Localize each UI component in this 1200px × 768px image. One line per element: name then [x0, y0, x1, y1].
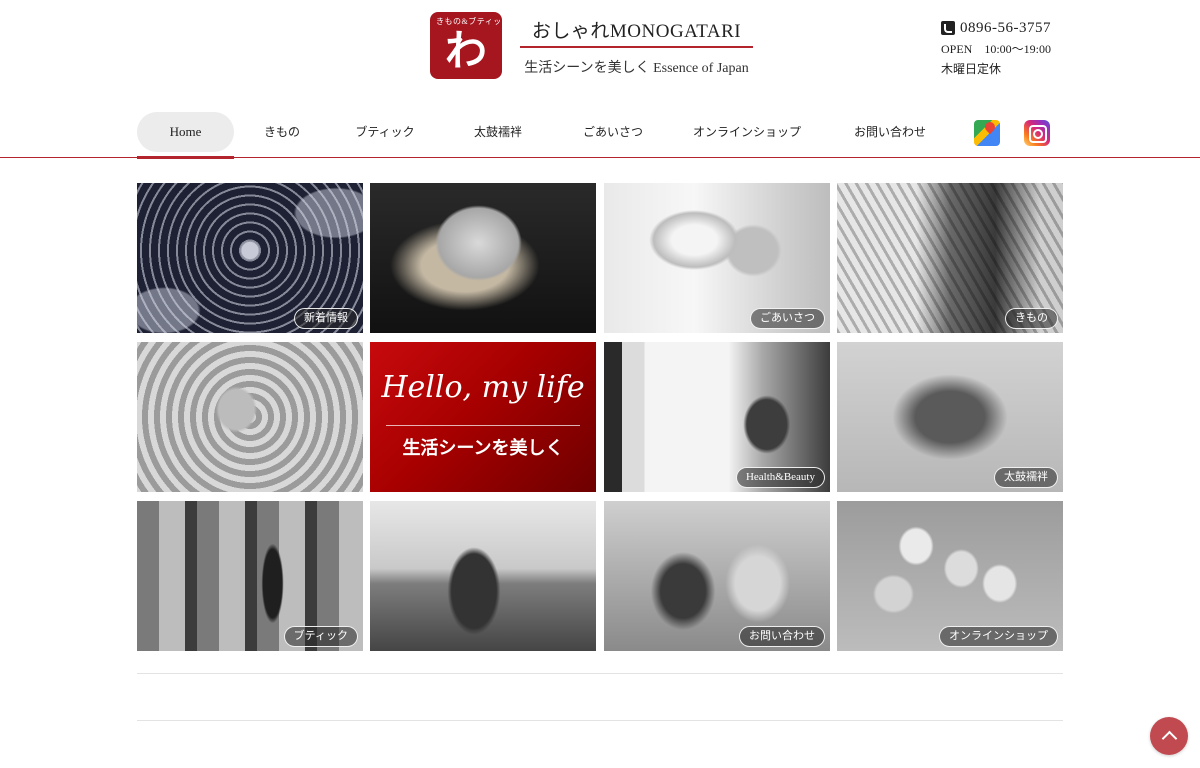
tile-label: きもの: [1005, 308, 1058, 329]
tile-label: オンラインショップ: [939, 626, 1058, 647]
tile-rose-woman[interactable]: [137, 342, 363, 492]
tile-label: お問い合わせ: [739, 626, 825, 647]
section-divider: [137, 673, 1063, 674]
nav-item-home[interactable]: Home: [137, 112, 234, 152]
brand-title: おしゃれMONOGATARI: [531, 21, 742, 42]
tile-label: 太鼓襦袢: [994, 467, 1058, 488]
logo[interactable]: きもの&ブティック わき: [430, 12, 502, 79]
logo-big-text: わき: [444, 26, 487, 79]
tile-label: 新着情報: [294, 308, 358, 329]
brand-divider: [520, 46, 753, 48]
nav-item-online-shop[interactable]: オンラインショップ: [692, 112, 802, 152]
main-nav: Home きもの ブティック 太鼓襦袢 ごあいさつ オンラインショップ お問い合…: [0, 112, 1200, 160]
nav-underline: [0, 157, 1200, 158]
nav-item-taiko-juban[interactable]: 太鼓襦袢: [458, 112, 538, 152]
brand-tagline: 生活シーンを美しく Essence of Japan: [524, 61, 749, 76]
nav-item-boutique[interactable]: ブティック: [344, 112, 426, 152]
nav-item-kimono[interactable]: きもの: [246, 112, 318, 152]
tile-label: ブティック: [283, 626, 358, 647]
map-icon[interactable]: [974, 120, 1000, 146]
tile-label: ごあいさつ: [750, 308, 825, 329]
tile-label: Health&Beauty: [735, 467, 825, 488]
tile-boutique[interactable]: ブティック: [137, 501, 363, 651]
tile-kimono[interactable]: きもの: [837, 183, 1063, 333]
tile-smiling-woman[interactable]: [370, 183, 596, 333]
section-divider: [137, 720, 1063, 721]
hello-divider: [386, 425, 580, 426]
tile-contact[interactable]: お問い合わせ: [604, 501, 830, 651]
tile-news[interactable]: 新着情報: [137, 183, 363, 333]
nav-item-greeting[interactable]: ごあいさつ: [570, 112, 656, 152]
scroll-to-top-button[interactable]: [1150, 717, 1188, 755]
phone-icon: [941, 21, 955, 35]
phone-number[interactable]: 0896-56-3757: [960, 20, 1051, 37]
hello-title: Hello, my life: [381, 370, 585, 405]
nav-item-contact[interactable]: お問い合わせ: [840, 112, 940, 152]
hello-subtitle: 生活シーンを美しく: [402, 438, 564, 459]
contact-info: 0896-56-3757 OPEN 10:00〜19:00 木曜日定休: [941, 18, 1081, 77]
tile-health-beauty[interactable]: Health&Beauty: [604, 342, 830, 492]
tile-greeting[interactable]: ごあいさつ: [604, 183, 830, 333]
opening-hours: OPEN 10:00〜19:00: [941, 42, 1052, 56]
tile-hello-my-life[interactable]: Hello, my life 生活シーンを美しく: [370, 342, 596, 492]
instagram-icon[interactable]: [1024, 120, 1050, 146]
tile-taiko-juban[interactable]: 太鼓襦袢: [837, 342, 1063, 492]
tile-online-shop[interactable]: オンラインショップ: [837, 501, 1063, 651]
tile-paris-family[interactable]: [370, 501, 596, 651]
closed-day: 木曜日定休: [941, 62, 1002, 76]
